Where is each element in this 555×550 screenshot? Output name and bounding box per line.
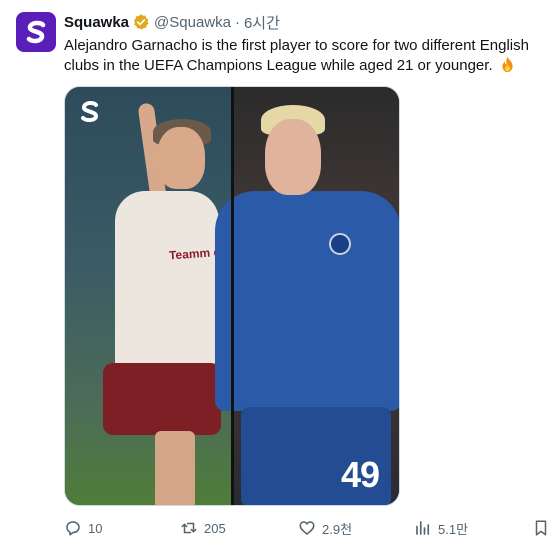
timestamp[interactable]: 6시간 — [244, 12, 280, 33]
right-player-shirt-number: 49 — [341, 454, 380, 495]
tweet-body: Alejandro Garnacho is the first player t… — [64, 37, 529, 74]
views-count: 5.1만 — [438, 521, 469, 537]
right-player-shirt — [215, 191, 399, 411]
display-name[interactable]: Squawka — [64, 14, 129, 31]
avatar[interactable] — [16, 12, 56, 52]
views-chart-icon — [416, 521, 430, 535]
like-count: 2.9천 — [322, 521, 353, 537]
views-button[interactable]: 5.1만 — [414, 517, 468, 539]
verified-badge-icon[interactable] — [132, 13, 150, 31]
reply-count: 10 — [88, 520, 103, 536]
heart-icon — [299, 521, 315, 535]
left-player-leg — [155, 431, 195, 505]
bookmark-button[interactable] — [532, 517, 550, 539]
squawka-logo-icon — [26, 20, 46, 44]
like-button[interactable]: 2.9천 — [298, 517, 352, 539]
tweet-card[interactable]: Squawka @Squawka · 6시간 Alejandro Garnach… — [0, 0, 555, 550]
separator-dot: · — [234, 13, 240, 31]
bookmark-icon — [535, 520, 547, 536]
repost-button[interactable]: 205 — [180, 517, 226, 539]
tweet-text: Alejandro Garnacho is the first player t… — [64, 36, 548, 76]
reply-icon — [66, 521, 80, 536]
left-player-shorts — [103, 363, 221, 435]
action-bar: 10 205 2.9천 5.1만 — [64, 517, 552, 539]
left-player-head — [157, 127, 205, 189]
club-crest-icon — [329, 233, 351, 255]
tweet-header: Squawka @Squawka · 6시간 — [64, 12, 280, 32]
image-divider — [231, 87, 234, 505]
squawka-watermark-icon — [81, 100, 99, 123]
right-player-head — [265, 119, 321, 195]
handle[interactable]: @Squawka — [154, 14, 231, 31]
tweet-image[interactable]: Teamm ewer 49 — [64, 86, 400, 506]
repost-count: 205 — [204, 520, 226, 536]
repost-icon — [181, 522, 197, 534]
reply-button[interactable]: 10 — [64, 517, 102, 539]
left-player-shirt — [115, 191, 219, 371]
fire-icon — [502, 56, 513, 73]
